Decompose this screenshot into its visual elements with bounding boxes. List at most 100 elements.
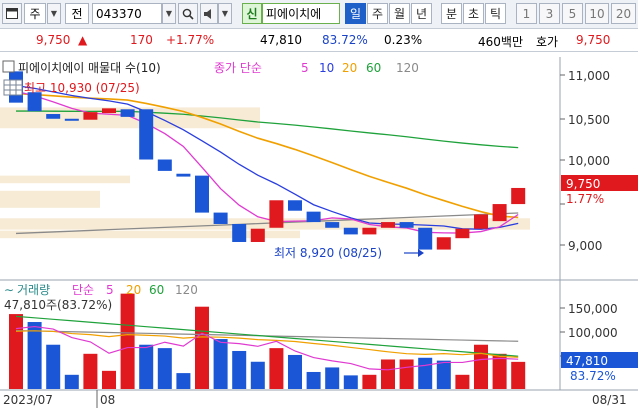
ma10-legend: 10 (319, 61, 334, 75)
ma60-legend: 60 (366, 61, 381, 75)
trade-amount: 460백만 (478, 35, 523, 49)
volume-bar (250, 361, 265, 389)
window-icon[interactable] (2, 3, 22, 24)
vma60-legend: 60 (149, 283, 164, 297)
interval-label: 5 (568, 6, 577, 21)
candle-body (250, 228, 265, 242)
current-price: 9,750 (36, 33, 71, 47)
interval-5[interactable]: 5 (562, 3, 583, 24)
volume-bar (64, 374, 79, 389)
interval-10[interactable]: 10 (585, 3, 609, 24)
tab-period-tick[interactable]: 틱 (485, 3, 506, 24)
code-dropdown-icon[interactable]: ▼ (162, 3, 176, 24)
quote-bar: 9,750 ▲ 170 +1.77% 47,810 83.72% 0.23% 4… (0, 30, 638, 52)
current-volume-tag-pct: 83.72% (570, 369, 616, 383)
volume-current-label: 47,810주(83.72%) (4, 298, 112, 312)
tab-period-second[interactable]: 초 (463, 3, 484, 24)
ma120-legend: 120 (396, 61, 419, 75)
current-volume-tag-value: 47,810 (566, 354, 608, 368)
price-legend-title: 피에이치에이 매물대 수(10) (18, 61, 161, 75)
candle-body (343, 227, 358, 235)
tab-period-week[interactable]: 주 (367, 3, 388, 24)
ma20-legend: 20 (342, 61, 357, 75)
x-label-start: 2023/07 (3, 393, 53, 407)
volume-profile-band (0, 218, 530, 230)
candle-body (102, 108, 116, 114)
stock-chart[interactable]: 피에이치에이 매물대 수(10) 종가 단순 5 10 20 60 120 최고… (0, 56, 638, 408)
volume-ratio: 83.72% (322, 33, 368, 47)
speaker-dropdown-icon[interactable]: ▼ (218, 3, 232, 24)
candle-body (64, 118, 79, 121)
volume-bar (83, 353, 98, 389)
x-label-end: 08/31 (592, 393, 627, 407)
tab-label: 월 (393, 7, 406, 21)
high-annotation: 최고 10,930 (07/25) (3, 79, 140, 96)
stock-name: 피에이치에 (262, 3, 340, 24)
interval-1[interactable]: 1 (516, 3, 537, 24)
candle-body (27, 92, 42, 112)
legend-toggle-icon[interactable] (2, 60, 15, 73)
volume-bar (9, 314, 23, 389)
tab-label: 틱 (489, 7, 502, 21)
candle-body (436, 237, 451, 250)
volume-bar (213, 339, 228, 389)
candle-body (232, 223, 247, 242)
current-price-tag-pct: 1.77% (566, 192, 604, 206)
y-tick-label: 150,000 (568, 302, 618, 316)
volume-profile-band (0, 190, 100, 208)
volume: 47,810 (260, 33, 302, 47)
candle-body (455, 228, 470, 239)
volume-bar (362, 374, 377, 389)
volume-bar (232, 350, 247, 389)
candle-body (306, 211, 321, 223)
search-icon[interactable] (178, 3, 198, 24)
candle-body (213, 212, 228, 224)
market-select[interactable]: 주 (24, 3, 46, 24)
candle-body (418, 227, 433, 250)
grid-table-icon[interactable] (3, 79, 23, 96)
candle-body (83, 112, 98, 120)
interval-label: 10 (589, 6, 605, 21)
change-percent: +1.77% (166, 33, 215, 47)
current-price-tag-value: 9,750 (566, 177, 600, 191)
volume-bar (325, 367, 340, 389)
ask-price: 9,750 (576, 33, 611, 47)
volume-bar (306, 371, 321, 389)
vma20-legend: 20 (126, 283, 141, 297)
volume-legend-title: 거래량 (17, 283, 50, 297)
market-dropdown-icon[interactable]: ▼ (47, 3, 61, 24)
volume-bar (455, 374, 470, 389)
volume-bar (381, 359, 395, 389)
prev-button[interactable]: 전 (65, 3, 89, 24)
change-arrow: ▲ (78, 33, 88, 47)
candle-body (399, 222, 414, 228)
volume-bar (46, 344, 61, 389)
volume-bar (139, 344, 154, 389)
candle-body (120, 109, 135, 117)
ma5-legend: 5 (301, 61, 309, 75)
speaker-icon[interactable] (200, 3, 218, 24)
interval-label: 1 (522, 6, 531, 21)
search-icon-glyph (182, 8, 194, 20)
tab-period-year[interactable]: 년 (411, 3, 432, 24)
tag-new[interactable]: 신 (242, 3, 262, 24)
tab-label: 분 (445, 7, 458, 21)
interval-label: 20 (615, 6, 632, 21)
volume-bar (288, 354, 302, 389)
ask-label: 호가 (536, 35, 559, 49)
interval-3[interactable]: 3 (539, 3, 560, 24)
tab-period-month[interactable]: 월 (389, 3, 410, 24)
tab-label: 초 (467, 7, 480, 21)
y-tick-label: 100,000 (568, 326, 618, 340)
prev-label: 전 (71, 7, 83, 21)
volume-profile-band (0, 175, 130, 184)
tab-period-minute[interactable]: 분 (441, 3, 462, 24)
y-tick-label: 10,500 (568, 113, 610, 127)
interval-20[interactable]: 20 (611, 3, 636, 24)
tab-period-day[interactable]: 일 (345, 3, 366, 24)
code-input[interactable]: 043370 (92, 3, 162, 24)
volume-legend-ma-label: 단순 (72, 283, 94, 297)
volume-bar (436, 360, 451, 389)
volume-bar (474, 344, 488, 389)
volume-legend-marker: ∼ (4, 283, 14, 297)
